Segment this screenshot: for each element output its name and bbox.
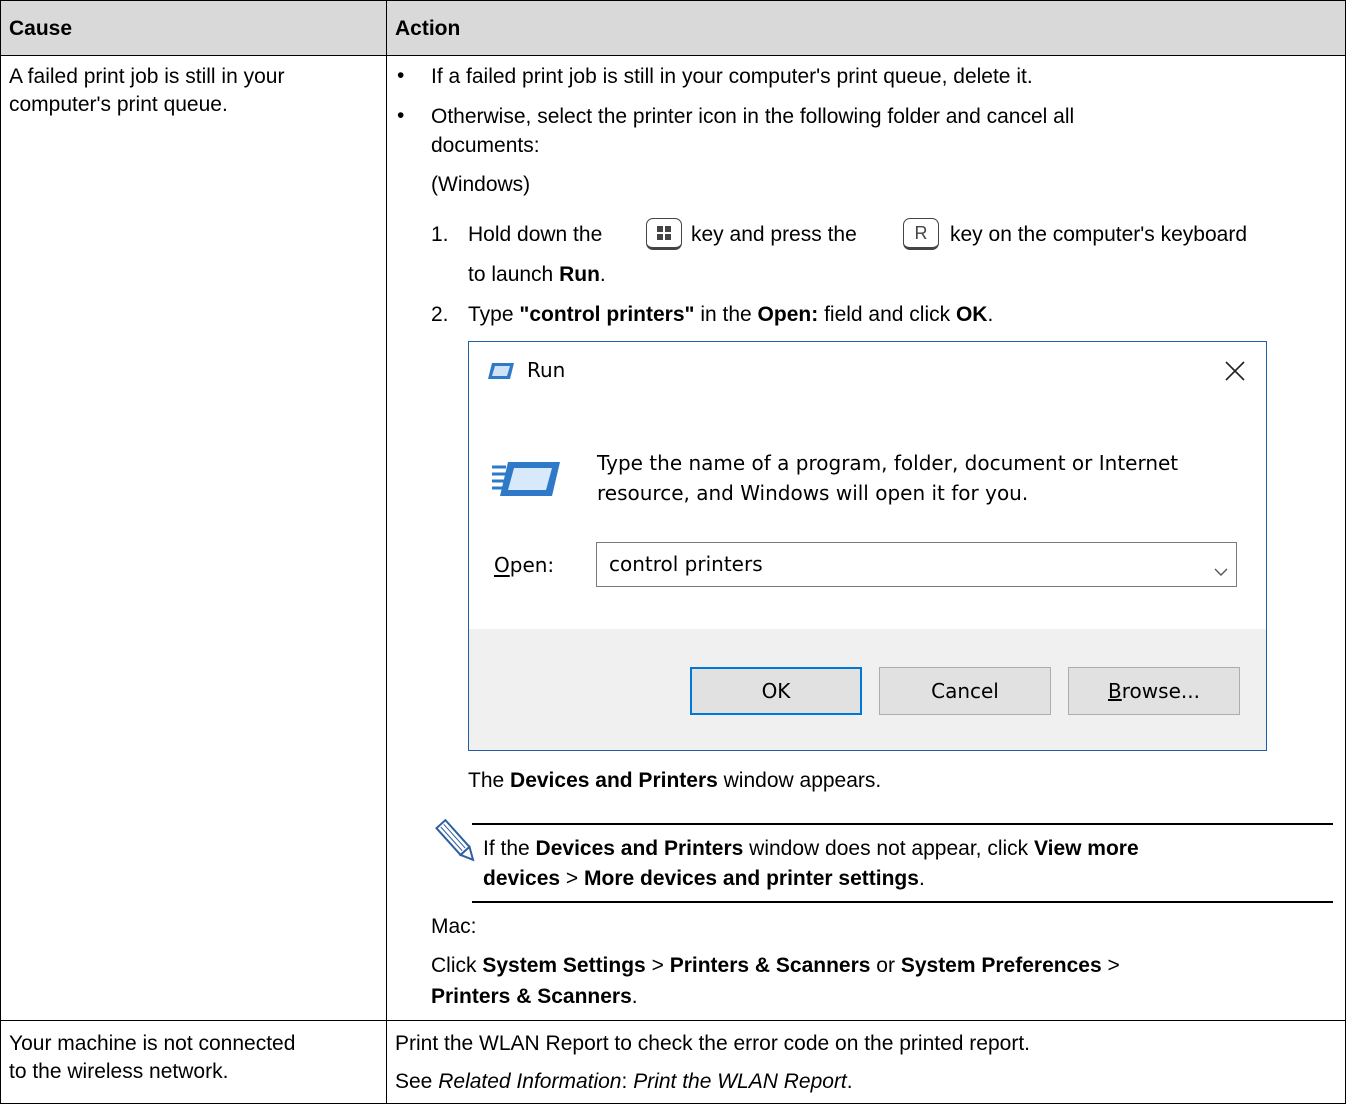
note-rule-bottom xyxy=(472,901,1333,903)
run-program-icon xyxy=(492,460,564,506)
bullet-2-line-2: documents: xyxy=(431,134,540,157)
mac-line-2: Printers & Scanners. xyxy=(431,985,638,1008)
table-border-top xyxy=(0,0,1346,1)
step-1-text-a: Hold down the xyxy=(468,223,603,246)
note-line-1: If the Devices and Printers window does … xyxy=(483,837,1139,860)
windows-key-icon xyxy=(646,218,682,250)
r-key-icon: R xyxy=(903,218,939,250)
cause-1-line-1: A failed print job is still in your xyxy=(9,65,285,88)
cancel-button[interactable]: Cancel xyxy=(879,667,1051,715)
related-info-link[interactable]: Print the WLAN Report xyxy=(633,1070,847,1093)
bullet-1-marker: • xyxy=(397,64,405,87)
row-divider xyxy=(0,1020,1346,1021)
close-icon[interactable] xyxy=(1224,360,1246,382)
note-rule-top xyxy=(472,823,1333,825)
open-input-value: control printers xyxy=(609,552,763,576)
step-1-text-c: key on the computer's keyboard xyxy=(950,223,1248,246)
open-input[interactable]: control printers xyxy=(596,542,1237,587)
note-line-2: devices > More devices and printer setti… xyxy=(483,867,925,890)
run-description-line-1: Type the name of a program, folder, docu… xyxy=(597,451,1179,475)
step-2-number: 2. xyxy=(431,303,449,326)
table-border-left xyxy=(0,0,1,1104)
browse-button[interactable]: Browse... xyxy=(1068,667,1240,715)
step-2-text: Type "control printers" in the Open: fie… xyxy=(468,303,994,326)
bullet-2-line-1: Otherwise, select the printer icon in th… xyxy=(431,105,1075,128)
header-divider xyxy=(0,55,1346,56)
run-description-line-2: resource, and Windows will open it for y… xyxy=(597,481,1029,505)
bullet-1-text: If a failed print job is still in your c… xyxy=(431,65,1033,88)
cause-2-line-2: to the wireless network. xyxy=(9,1060,229,1083)
run-dialog-title: Run xyxy=(527,358,566,382)
mac-label: Mac: xyxy=(431,915,477,938)
action-2-line-2: See Related Information: Print the WLAN … xyxy=(395,1070,853,1093)
ok-button[interactable]: OK xyxy=(690,667,862,715)
header-cause: Cause xyxy=(9,17,73,40)
step-1-text-b: key and press the xyxy=(691,223,857,246)
header-action: Action xyxy=(395,17,461,40)
cause-2-line-1: Your machine is not connected xyxy=(9,1032,296,1055)
cause-1-line-2: computer's print queue. xyxy=(9,93,228,116)
windows-label: (Windows) xyxy=(431,173,531,196)
action-2-line-1: Print the WLAN Report to check the error… xyxy=(395,1032,1030,1055)
step-1-line-2: to launch Run. xyxy=(468,263,606,286)
open-label: Open: xyxy=(494,553,555,577)
table-header-row xyxy=(1,1,1345,55)
bullet-2-marker: • xyxy=(397,104,405,127)
step-1-number: 1. xyxy=(431,223,449,246)
column-divider xyxy=(386,0,387,1104)
devices-printers-appears: The Devices and Printers window appears. xyxy=(468,769,882,792)
mac-line-1: Click System Settings > Printers & Scann… xyxy=(431,954,1120,977)
chevron-down-icon[interactable] xyxy=(1214,559,1228,583)
run-title-icon xyxy=(487,361,515,387)
